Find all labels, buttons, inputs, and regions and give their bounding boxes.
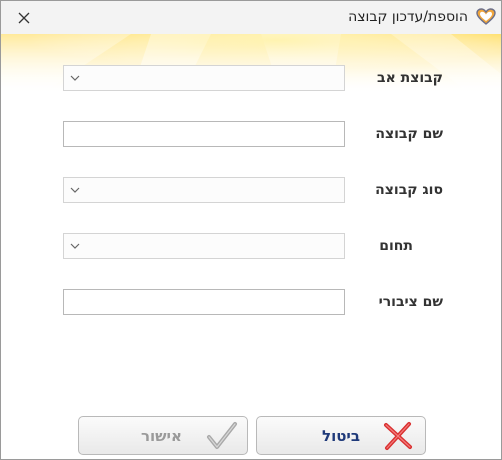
cancel-button[interactable]: ביטול bbox=[256, 416, 426, 455]
group-form: קבוצת אב שם קבוצה סוג קבוצה תחום שם ציבו… bbox=[1, 1, 501, 459]
group-type-label: סוג קבוצה bbox=[375, 182, 443, 198]
ok-button[interactable]: אישור bbox=[78, 416, 248, 455]
dialog-window: הוספת/עדכון קבוצה קבוצת אב שם קבוצה סוג … bbox=[0, 0, 502, 460]
domain-select[interactable] bbox=[63, 233, 345, 259]
chevron-down-icon bbox=[70, 75, 80, 81]
checkmark-icon bbox=[207, 422, 237, 449]
public-name-input[interactable] bbox=[63, 289, 345, 315]
public-name-label: שם ציבורי bbox=[378, 294, 443, 310]
chevron-down-icon bbox=[70, 187, 80, 193]
group-name-label: שם קבוצה bbox=[375, 126, 443, 142]
ok-button-label: אישור bbox=[141, 427, 182, 445]
domain-label: תחום bbox=[379, 238, 413, 254]
group-name-input[interactable] bbox=[63, 121, 345, 147]
chevron-down-icon bbox=[70, 243, 80, 249]
group-type-select[interactable] bbox=[63, 177, 345, 203]
parent-group-select[interactable] bbox=[63, 65, 345, 91]
parent-group-label: קבוצת אב bbox=[377, 70, 443, 86]
red-x-icon bbox=[384, 422, 412, 450]
cancel-button-label: ביטול bbox=[322, 427, 360, 445]
